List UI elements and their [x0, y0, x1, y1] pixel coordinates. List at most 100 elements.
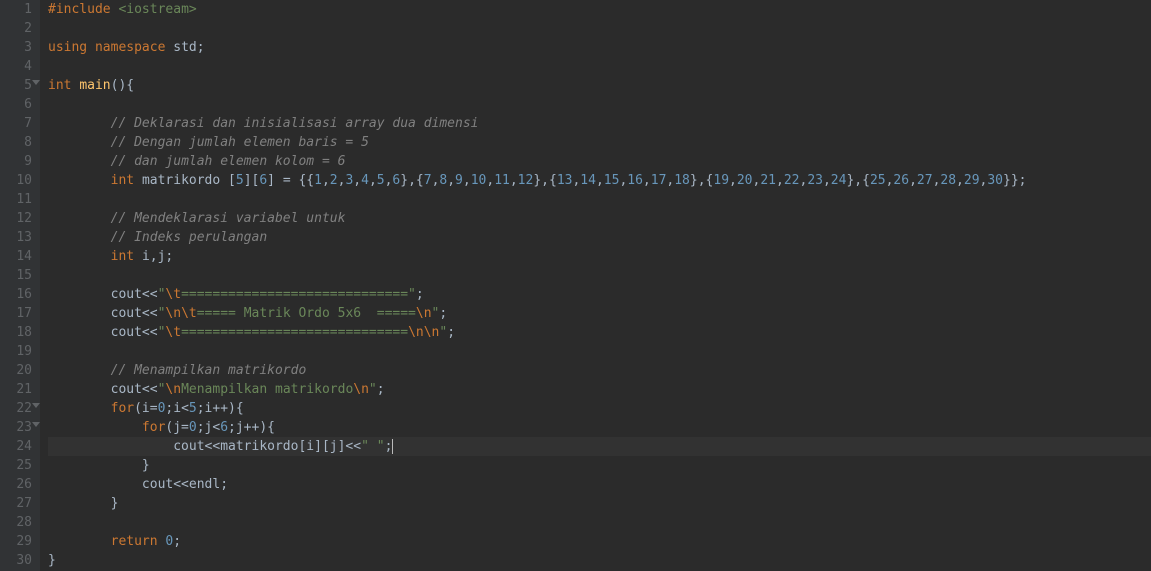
- code-line[interactable]: cout<<endl;: [48, 475, 1151, 494]
- code-line[interactable]: return 0;: [48, 532, 1151, 551]
- token-num: 6: [259, 173, 267, 188]
- token-pl: ;j++){: [228, 420, 275, 435]
- line-number: 5: [6, 76, 32, 95]
- token-pl: [48, 230, 111, 245]
- token-kw: using: [48, 40, 95, 55]
- token-com: // dan jumlah elemen kolom = 6: [111, 154, 346, 169]
- token-pl: ,: [776, 173, 784, 188]
- code-line[interactable]: // dan jumlah elemen kolom = 6: [48, 152, 1151, 171]
- token-esc: \n: [416, 306, 432, 321]
- code-line[interactable]: [48, 190, 1151, 209]
- code-line[interactable]: [48, 95, 1151, 114]
- code-line[interactable]: cout<<"\t=============================";: [48, 285, 1151, 304]
- line-number: 6: [6, 95, 32, 114]
- line-number: 23: [6, 418, 32, 437]
- code-line[interactable]: cout<<"\n\t===== Matrik Ordo 5x6 =====\n…: [48, 304, 1151, 323]
- token-esc: \n\n: [408, 325, 439, 340]
- token-num: 4: [361, 173, 369, 188]
- token-pl: [48, 173, 111, 188]
- token-num: 14: [580, 173, 596, 188]
- token-num: 10: [471, 173, 487, 188]
- token-pl: ;: [416, 287, 424, 302]
- token-num: 20: [737, 173, 753, 188]
- token-kw: namespace: [95, 40, 173, 55]
- token-num: 29: [964, 173, 980, 188]
- token-pl: [48, 382, 111, 397]
- code-line[interactable]: [48, 57, 1151, 76]
- token-pl: (){: [111, 78, 134, 93]
- code-line[interactable]: cout<<"\nMenampilkan matrikordo\n";: [48, 380, 1151, 399]
- line-number: 13: [6, 228, 32, 247]
- code-area[interactable]: #include <iostream>using namespace std;i…: [40, 0, 1151, 571]
- token-id: cout<<endl;: [142, 477, 228, 492]
- line-gutter: 1234567891011121314151617181920212223242…: [0, 0, 40, 571]
- code-line[interactable]: int main(){: [48, 76, 1151, 95]
- token-fn: main: [79, 78, 110, 93]
- code-line[interactable]: [48, 513, 1151, 532]
- code-line[interactable]: [48, 19, 1151, 38]
- token-esc: \t: [165, 287, 181, 302]
- token-pl: ;i<: [165, 401, 188, 416]
- fold-chevron-icon[interactable]: [32, 80, 40, 85]
- token-str: ===== Matrik Ordo 5x6 =====: [197, 306, 416, 321]
- code-line[interactable]: [48, 266, 1151, 285]
- code-line[interactable]: #include <iostream>: [48, 0, 1151, 19]
- token-pl: ;: [197, 40, 205, 55]
- token-num: 30: [987, 173, 1003, 188]
- token-pl: ;i++){: [197, 401, 244, 416]
- code-line[interactable]: }: [48, 551, 1151, 570]
- token-pl: [48, 439, 173, 454]
- token-id: std: [173, 40, 196, 55]
- token-pl: }};: [1003, 173, 1026, 188]
- token-num: 22: [784, 173, 800, 188]
- token-pl: ] = {{: [267, 173, 314, 188]
- token-pl: ,: [510, 173, 518, 188]
- code-line[interactable]: for(j=0;j<6;j++){: [48, 418, 1151, 437]
- code-line[interactable]: cout<<"\t=============================\n…: [48, 323, 1151, 342]
- line-number: 3: [6, 38, 32, 57]
- code-line[interactable]: // Deklarasi dan inisialisasi array dua …: [48, 114, 1151, 133]
- code-line[interactable]: // Mendeklarasi variabel untuk: [48, 209, 1151, 228]
- token-pl: [48, 306, 111, 321]
- token-pl: [48, 154, 111, 169]
- code-line[interactable]: // Menampilkan matrikordo: [48, 361, 1151, 380]
- line-number: 11: [6, 190, 32, 209]
- token-pl: ,: [369, 173, 377, 188]
- token-com: // Indeks perulangan: [111, 230, 268, 245]
- code-line[interactable]: [48, 342, 1151, 361]
- code-line[interactable]: // Indeks perulangan: [48, 228, 1151, 247]
- token-num: 17: [651, 173, 667, 188]
- code-line[interactable]: }: [48, 456, 1151, 475]
- token-str: Menampilkan matrikordo: [181, 382, 353, 397]
- token-num: 23: [807, 173, 823, 188]
- code-line[interactable]: int i,j;: [48, 247, 1151, 266]
- fold-chevron-icon[interactable]: [32, 422, 40, 427]
- fold-chevron-icon[interactable]: [32, 403, 40, 408]
- token-esc: \t: [165, 325, 181, 340]
- token-ty: int: [111, 173, 142, 188]
- line-number: 7: [6, 114, 32, 133]
- code-line[interactable]: using namespace std;: [48, 38, 1151, 57]
- token-str: =============================: [181, 325, 408, 340]
- code-line[interactable]: int matrikordo [5][6] = {{1,2,3,4,5,6},{…: [48, 171, 1151, 190]
- token-num: 13: [557, 173, 573, 188]
- token-pl: ;: [385, 439, 393, 454]
- token-pl: ;: [173, 534, 181, 549]
- line-number: 2: [6, 19, 32, 38]
- line-number: 30: [6, 551, 32, 570]
- token-id: cout<<: [111, 325, 158, 340]
- code-line[interactable]: cout<<matrikordo[i][j]<<" ";: [48, 437, 1151, 456]
- token-pl: ,: [353, 173, 361, 188]
- token-num: 19: [713, 173, 729, 188]
- code-line[interactable]: for(i=0;i<5;i++){: [48, 399, 1151, 418]
- token-pl: ][: [244, 173, 260, 188]
- token-pl: [48, 420, 142, 435]
- line-number: 19: [6, 342, 32, 361]
- line-number: 20: [6, 361, 32, 380]
- code-line[interactable]: }: [48, 494, 1151, 513]
- line-number: 27: [6, 494, 32, 513]
- code-line[interactable]: // Dengan jumlah elemen baris = 5: [48, 133, 1151, 152]
- token-num: 11: [494, 173, 510, 188]
- line-number: 21: [6, 380, 32, 399]
- token-pp: #include: [48, 2, 118, 17]
